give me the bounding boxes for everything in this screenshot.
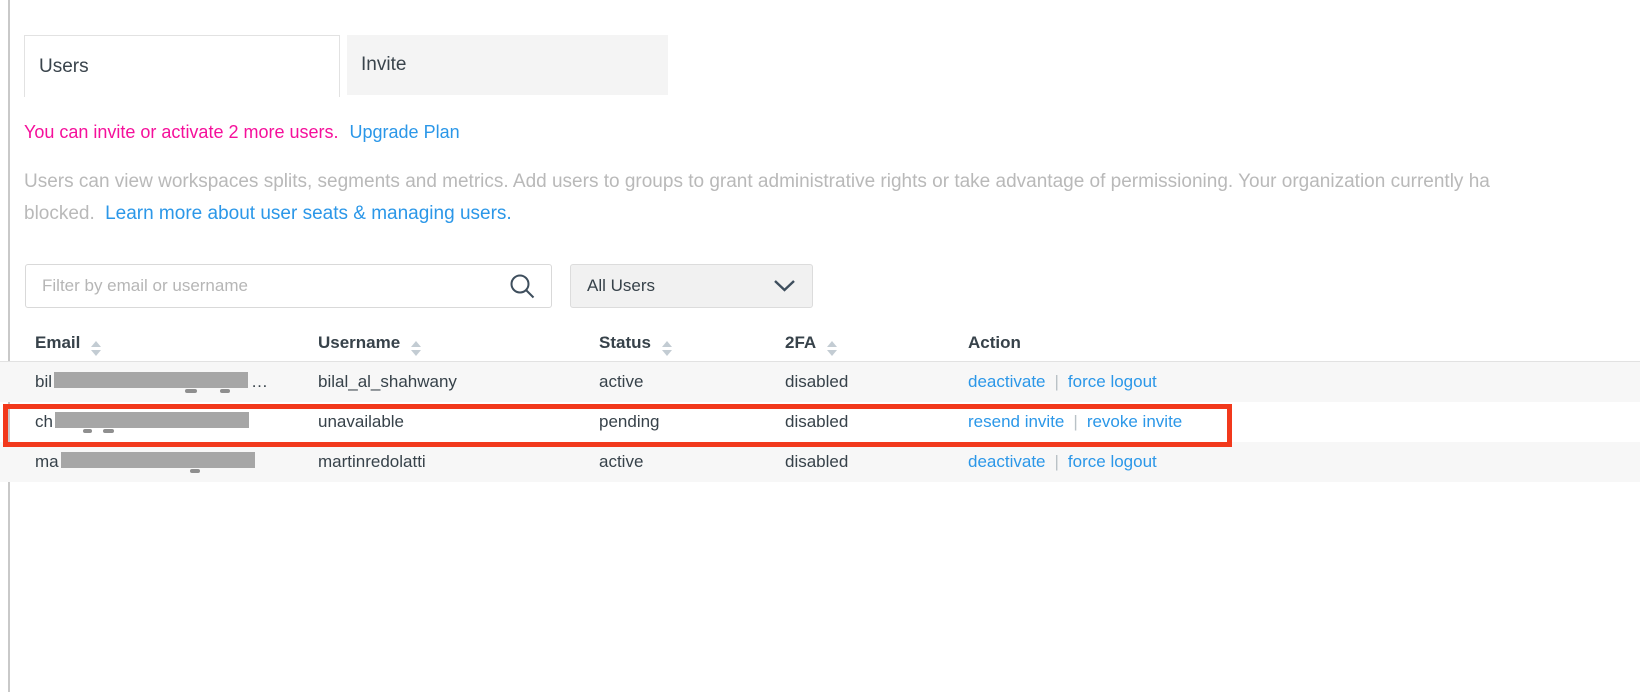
filter-field-wrapper bbox=[25, 264, 552, 308]
redacted-text-fragment bbox=[103, 429, 114, 433]
twofa-cell: disabled bbox=[785, 362, 848, 402]
description-line2: blocked. bbox=[24, 203, 95, 224]
user-type-dropdown-value: All Users bbox=[587, 276, 655, 296]
twofa-cell: disabled bbox=[785, 442, 848, 482]
status-cell: active bbox=[599, 442, 643, 482]
resend-invite-link[interactable]: resend invite bbox=[968, 412, 1064, 431]
user-management-page: Users Invite You can invite or activate … bbox=[0, 0, 1640, 692]
deactivate-link[interactable]: deactivate bbox=[968, 452, 1046, 471]
column-header-action: Action bbox=[968, 326, 1021, 362]
seats-banner: You can invite or activate 2 more users.… bbox=[24, 122, 460, 143]
email-cell: ma bbox=[35, 442, 255, 482]
status-cell: active bbox=[599, 362, 643, 402]
upgrade-plan-link[interactable]: Upgrade Plan bbox=[350, 122, 460, 142]
username-cell: bilal_al_shahwany bbox=[318, 362, 457, 402]
table-row: ma martinredolatti active disabled deact… bbox=[0, 442, 1640, 482]
redacted-text-fragment bbox=[83, 429, 92, 433]
force-logout-link[interactable]: force logout bbox=[1068, 452, 1157, 471]
tab-users-label: Users bbox=[39, 56, 89, 78]
tab-invite[interactable]: Invite bbox=[347, 35, 668, 95]
redacted-email bbox=[61, 452, 255, 468]
force-logout-link[interactable]: force logout bbox=[1068, 372, 1157, 391]
redacted-text-fragment bbox=[220, 389, 230, 393]
action-cell: resend invite|revoke invite bbox=[968, 402, 1182, 442]
description: Users can view workspaces splits, segmen… bbox=[24, 166, 1640, 230]
revoke-invite-link[interactable]: revoke invite bbox=[1087, 412, 1182, 431]
action-cell: deactivate|force logout bbox=[968, 362, 1157, 402]
tab-users[interactable]: Users bbox=[24, 35, 340, 97]
filter-input[interactable] bbox=[25, 264, 552, 308]
learn-more-link[interactable]: Learn more about user seats & managing u… bbox=[105, 203, 512, 224]
column-header-2fa[interactable]: 2FA bbox=[785, 326, 837, 362]
sort-icon[interactable] bbox=[827, 341, 837, 356]
table-row: ch unavailable pending disabled resend i… bbox=[0, 402, 1640, 442]
deactivate-link[interactable]: deactivate bbox=[968, 372, 1046, 391]
sort-icon[interactable] bbox=[662, 341, 672, 356]
redacted-email bbox=[55, 412, 249, 428]
column-header-email[interactable]: Email bbox=[35, 326, 101, 362]
action-cell: deactivate|force logout bbox=[968, 442, 1157, 482]
description-line1: Users can view workspaces splits, segmen… bbox=[24, 166, 1640, 198]
chevron-down-icon bbox=[773, 279, 796, 293]
twofa-cell: disabled bbox=[785, 402, 848, 442]
email-cell: ch bbox=[35, 402, 249, 442]
username-cell: unavailable bbox=[318, 402, 404, 442]
redacted-text-fragment bbox=[185, 389, 197, 393]
tab-invite-label: Invite bbox=[361, 54, 406, 76]
status-cell: pending bbox=[599, 402, 660, 442]
table-row: bil… bilal_al_shahwany active disabled d… bbox=[0, 362, 1640, 402]
email-cell: bil… bbox=[35, 362, 268, 402]
sort-icon[interactable] bbox=[91, 341, 101, 356]
redacted-text-fragment bbox=[190, 469, 200, 473]
username-cell: martinredolatti bbox=[318, 442, 426, 482]
column-header-username[interactable]: Username bbox=[318, 326, 421, 362]
user-type-dropdown[interactable]: All Users bbox=[570, 264, 813, 308]
column-header-status[interactable]: Status bbox=[599, 326, 672, 362]
seats-message: You can invite or activate 2 more users. bbox=[24, 122, 339, 142]
table-header: Email Username Status 2FA Action bbox=[0, 326, 1640, 362]
redacted-email bbox=[54, 372, 248, 388]
sort-icon[interactable] bbox=[411, 341, 421, 356]
